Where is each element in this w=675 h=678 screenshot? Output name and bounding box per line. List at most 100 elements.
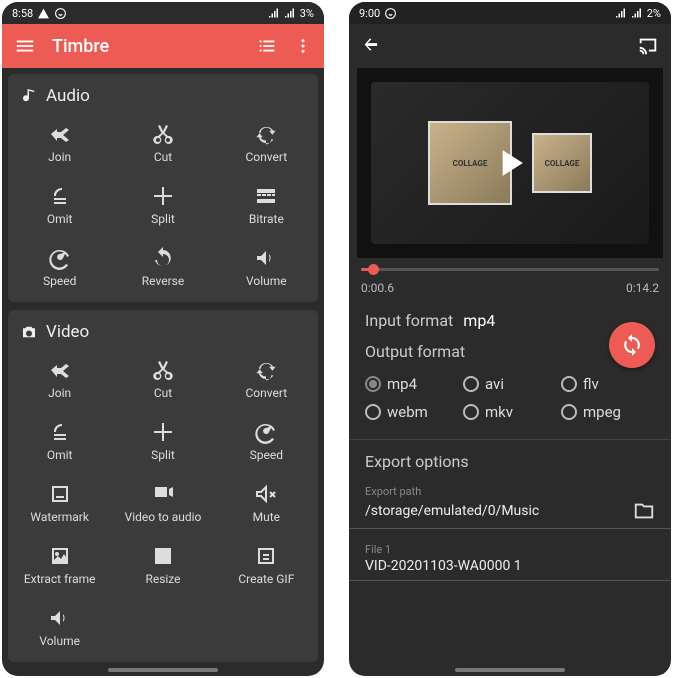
video-camera-icon xyxy=(20,323,38,341)
video-join-button[interactable]: Join xyxy=(8,348,111,410)
video-heading: Video xyxy=(8,318,318,348)
audio-volume-button[interactable]: Volume xyxy=(215,236,318,298)
seek-thumb[interactable] xyxy=(368,264,379,275)
cut-icon xyxy=(151,122,175,146)
radio-mp4[interactable]: mp4 xyxy=(365,375,459,393)
home-indicator[interactable] xyxy=(455,668,565,672)
more-icon[interactable] xyxy=(294,35,312,57)
signal-icon xyxy=(268,7,280,19)
convert-icon xyxy=(254,358,278,382)
divider xyxy=(349,439,671,440)
radio-mkv[interactable]: mkv xyxy=(463,403,557,421)
cast-icon[interactable] xyxy=(637,35,659,57)
back-icon[interactable] xyxy=(361,35,383,57)
time-current: 0:00.6 xyxy=(361,281,394,295)
video-omit-button[interactable]: Omit xyxy=(8,410,111,472)
radio-label: mp4 xyxy=(387,375,417,393)
album-text: COLLAGE xyxy=(545,159,580,168)
video-convert-button[interactable]: Convert xyxy=(215,348,318,410)
app-title: Timbre xyxy=(52,36,240,57)
sync-icon xyxy=(620,333,644,357)
video-create-gif-button[interactable]: Create GIF xyxy=(215,534,318,596)
audio-reverse-button[interactable]: Reverse xyxy=(111,236,214,298)
time-total: 0:14.2 xyxy=(626,281,659,295)
folder-icon[interactable] xyxy=(633,500,655,522)
signal-icon xyxy=(284,7,296,19)
whatsapp-icon xyxy=(384,7,397,20)
whatsapp-icon xyxy=(54,7,67,20)
radio-label: flv xyxy=(583,375,599,393)
tile-label: Mute xyxy=(253,510,280,524)
play-icon[interactable] xyxy=(488,141,532,185)
cut-icon xyxy=(151,358,175,382)
tile-label: Extract frame xyxy=(24,572,96,586)
audio-convert-button[interactable]: Convert xyxy=(215,112,318,174)
radio-icon xyxy=(561,376,577,392)
export-path-field[interactable]: /storage/emulated/0/Music xyxy=(349,498,671,529)
audio-panel: Audio Join Cut Convert Omit Split Bitrat… xyxy=(8,74,318,302)
tile-label: Speed xyxy=(250,448,283,462)
audio-split-button[interactable]: Split xyxy=(111,174,214,236)
menu-icon[interactable] xyxy=(14,35,36,57)
home-indicator[interactable] xyxy=(108,668,218,672)
convert-fab[interactable] xyxy=(609,322,655,368)
album-art-small: COLLAGE xyxy=(532,133,592,193)
radio-avi[interactable]: avi xyxy=(463,375,557,393)
join-icon xyxy=(48,358,72,382)
speed-icon xyxy=(254,420,278,444)
video-preview[interactable]: COLLAGE COLLAGE xyxy=(357,68,663,258)
export-file-value: VID-20201103-WA0000 1 xyxy=(365,558,522,574)
video-volume-button[interactable]: Volume xyxy=(8,596,111,658)
tile-label: Split xyxy=(151,212,175,226)
input-format-label: Input format xyxy=(365,311,453,330)
video-split-button[interactable]: Split xyxy=(111,410,214,472)
volume-icon xyxy=(254,246,278,270)
status-bar: 9:00 2% xyxy=(349,2,671,24)
bitrate-icon xyxy=(254,184,278,208)
audio-bitrate-button[interactable]: Bitrate xyxy=(215,174,318,236)
video-watermark-button[interactable]: Watermark xyxy=(8,472,111,534)
audio-speed-button[interactable]: Speed xyxy=(8,236,111,298)
split-icon xyxy=(151,420,175,444)
video-to-audio-button[interactable]: Video to audio xyxy=(111,472,214,534)
main-content: Audio Join Cut Convert Omit Split Bitrat… xyxy=(2,68,324,676)
audio-omit-button[interactable]: Omit xyxy=(8,174,111,236)
video-mute-button[interactable]: Mute xyxy=(215,472,318,534)
tile-label: Volume xyxy=(39,634,80,648)
tile-label: Resize xyxy=(145,572,180,586)
export-file-field[interactable]: VID-20201103-WA0000 1 xyxy=(349,556,671,581)
radio-label: mkv xyxy=(485,403,513,421)
phone-right: 9:00 2% COLLAGE COLLAGE 0:00.6 0:14.2 In xyxy=(349,2,671,676)
video-resize-button[interactable]: Resize xyxy=(111,534,214,596)
video-speed-button[interactable]: Speed xyxy=(215,410,318,472)
radio-flv[interactable]: flv xyxy=(561,375,655,393)
signal-icon xyxy=(631,7,643,19)
video-cut-button[interactable]: Cut xyxy=(111,348,214,410)
omit-icon xyxy=(48,184,72,208)
video-extract-frame-button[interactable]: Extract frame xyxy=(8,534,111,596)
video-title: Video xyxy=(46,322,89,342)
radio-webm[interactable]: webm xyxy=(365,403,459,421)
join-icon xyxy=(48,122,72,146)
status-time: 9:00 xyxy=(359,7,380,20)
audio-join-button[interactable]: Join xyxy=(8,112,111,174)
radio-mpeg[interactable]: mpeg xyxy=(561,403,655,421)
radio-icon xyxy=(463,404,479,420)
seek-bar[interactable] xyxy=(349,258,671,275)
export-path-value: /storage/emulated/0/Music xyxy=(365,503,539,519)
radio-label: webm xyxy=(387,403,428,421)
audio-cut-button[interactable]: Cut xyxy=(111,112,214,174)
tile-label: Split xyxy=(151,448,175,462)
audio-heading: Audio xyxy=(8,82,318,112)
radio-label: mpeg xyxy=(583,403,621,421)
split-icon xyxy=(151,184,175,208)
output-format-options: mp4 avi flv webm mkv mpeg xyxy=(349,367,671,435)
radio-label: avi xyxy=(485,375,504,393)
audio-title: Audio xyxy=(46,86,90,106)
list-icon[interactable] xyxy=(256,35,278,57)
convert-icon xyxy=(254,122,278,146)
output-format-label: Output format xyxy=(365,342,465,361)
export-file-label: File 1 xyxy=(349,535,671,556)
export-path-label: Export path xyxy=(349,477,671,498)
app-toolbar: Timbre xyxy=(2,24,324,68)
